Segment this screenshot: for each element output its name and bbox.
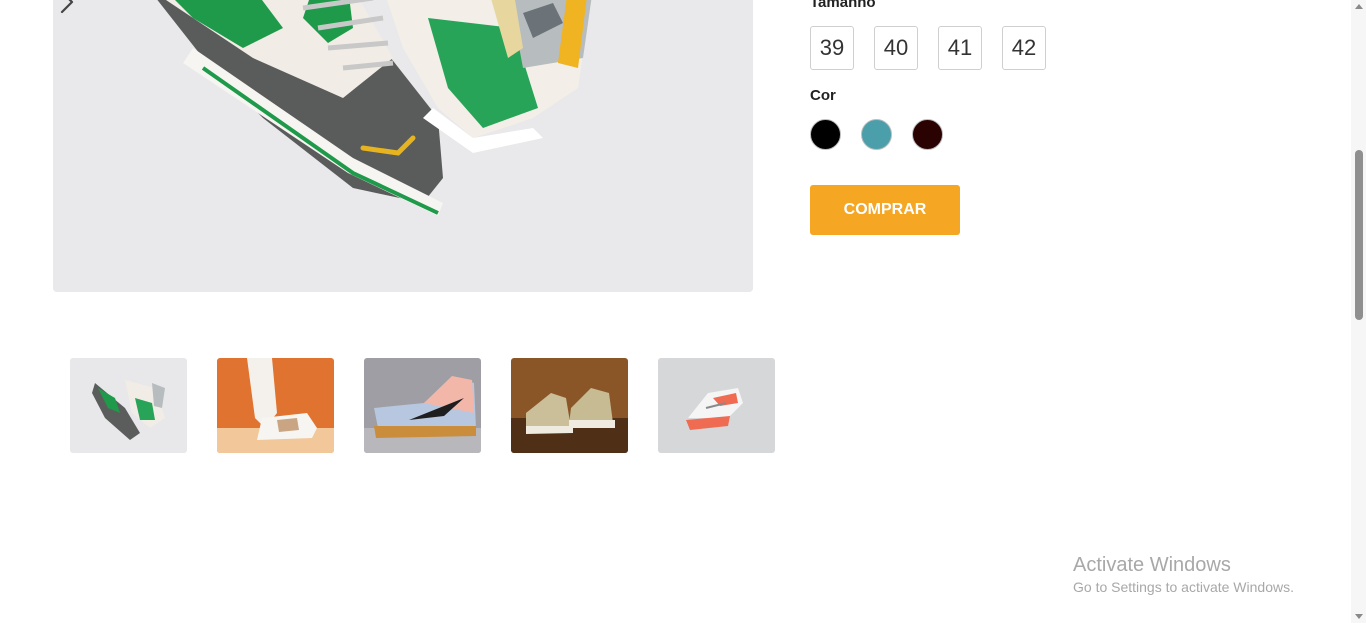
thumbnail-strip [70, 358, 775, 453]
thumbnail-green-sneakers[interactable] [70, 358, 187, 453]
chevron-right-icon[interactable] [53, 0, 81, 16]
watermark-title: Activate Windows [1073, 554, 1231, 576]
size-option-39[interactable]: 39 [810, 26, 854, 70]
main-product-image [53, 0, 753, 292]
size-option-42[interactable]: 42 [1002, 26, 1046, 70]
size-options: 39 40 41 42 [810, 26, 1046, 70]
size-option-40[interactable]: 40 [874, 26, 918, 70]
thumbnail-converse-hightops[interactable] [511, 358, 628, 453]
page-scrollbar[interactable] [1351, 0, 1366, 623]
color-swatch-black[interactable] [810, 119, 841, 150]
scroll-down-arrow-icon[interactable] [1355, 614, 1363, 619]
scroll-up-arrow-icon[interactable] [1355, 4, 1363, 9]
color-options [810, 119, 943, 150]
size-label: Tamanho [810, 0, 876, 11]
color-swatch-dark-red[interactable] [912, 119, 943, 150]
windows-activation-watermark: Activate Windows Go to Settings to activ… [1073, 553, 1294, 597]
color-swatch-teal[interactable] [861, 119, 892, 150]
size-option-41[interactable]: 41 [938, 26, 982, 70]
color-label: Cor [810, 87, 836, 104]
thumbnail-nike-dunk[interactable] [364, 358, 481, 453]
scrollbar-thumb[interactable] [1355, 150, 1363, 320]
thumbnail-air-max[interactable] [658, 358, 775, 453]
watermark-subtitle: Go to Settings to activate Windows. [1073, 579, 1294, 595]
sneaker-photo [53, 0, 753, 292]
buy-button[interactable]: COMPRAR [810, 185, 960, 235]
thumbnail-white-sneakers-orange[interactable] [217, 358, 334, 453]
